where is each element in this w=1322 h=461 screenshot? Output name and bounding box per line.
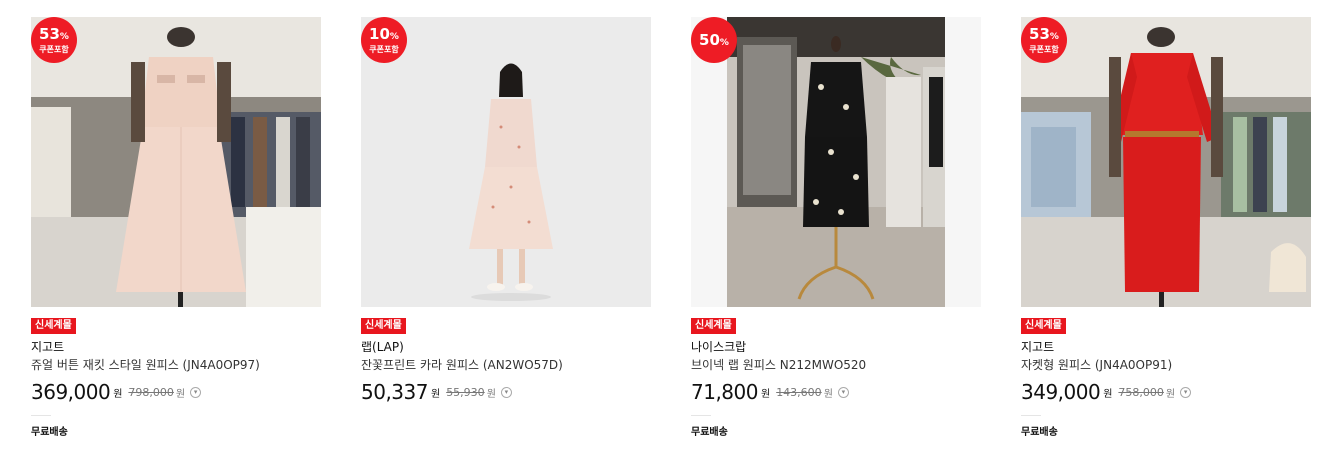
price-row: 50,337 원 55,930 원 ▾ <box>361 380 651 404</box>
product-card[interactable]: 53% 쿠폰포함 신세계몰 지고트 자켓형 원피스 (JN4A0OP91) 34… <box>1021 17 1311 438</box>
discount-badge: 10% 쿠폰포함 <box>361 17 407 63</box>
currency-label: 원 <box>430 388 441 400</box>
store-tag: 신세계몰 <box>1021 318 1066 334</box>
percent-sign: % <box>59 32 69 42</box>
discount-badge: 53% 쿠폰포함 <box>31 17 77 63</box>
discount-value: 53 <box>39 25 60 43</box>
product-card[interactable]: 53% 쿠폰포함 신세계몰 지고트 쥬얼 버튼 재킷 스타일 원피스 (JN4A… <box>31 17 321 438</box>
brand-name[interactable]: 나이스크랍 <box>691 340 981 355</box>
original-currency-label: 원 <box>1165 388 1176 400</box>
price-info-icon[interactable]: ▾ <box>837 386 849 398</box>
percent-sign: % <box>719 38 729 48</box>
product-card[interactable]: 10% 쿠폰포함 신세계몰 랩(LAP) 잔꽃프린트 카라 원피스 (AN2WO… <box>361 17 651 404</box>
discount-value: 10 <box>369 25 390 43</box>
coupon-label: 쿠폰포함 <box>369 45 399 54</box>
price-row: 369,000 원 798,000 원 ▾ <box>31 380 321 404</box>
store-tag: 신세계몰 <box>691 318 736 334</box>
coupon-label: 쿠폰포함 <box>1029 45 1059 54</box>
original-price: 758,000 <box>1118 385 1164 399</box>
original-price: 798,000 <box>128 385 174 399</box>
brand-name[interactable]: 랩(LAP) <box>361 340 651 355</box>
product-name[interactable]: 쥬얼 버튼 재킷 스타일 원피스 (JN4A0OP97) <box>31 358 321 373</box>
store-tag: 신세계몰 <box>361 318 406 334</box>
discount-value: 53 <box>1029 25 1050 43</box>
sale-price: 349,000 <box>1021 380 1101 404</box>
free-delivery-label: 무료배송 <box>31 415 68 438</box>
original-price: 143,600 <box>776 385 822 399</box>
price-row: 349,000 원 758,000 원 ▾ <box>1021 380 1311 404</box>
percent-sign: % <box>1049 32 1059 42</box>
original-currency-label: 원 <box>486 388 496 400</box>
sale-price: 71,800 <box>691 380 758 404</box>
percent-sign: % <box>389 32 399 42</box>
product-name[interactable]: 브이넥 랩 원피스 N212MWO520 <box>691 358 981 373</box>
product-name[interactable]: 잔꽃프린트 카라 원피스 (AN2WO57D) <box>361 358 651 373</box>
free-delivery-label: 무료배송 <box>1021 415 1058 438</box>
coupon-label: 쿠폰포함 <box>39 45 69 54</box>
free-delivery-label: 무료배송 <box>691 415 728 438</box>
original-price: 55,930 <box>446 385 485 399</box>
product-image[interactable]: 53% 쿠폰포함 <box>1021 17 1311 307</box>
price-row: 71,800 원 143,600 원 ▾ <box>691 380 981 404</box>
brand-name[interactable]: 지고트 <box>31 340 321 355</box>
currency-label: 원 <box>760 388 771 400</box>
product-name[interactable]: 자켓형 원피스 (JN4A0OP91) <box>1021 358 1311 373</box>
product-image[interactable]: 53% 쿠폰포함 <box>31 17 321 307</box>
sale-price: 369,000 <box>31 380 111 404</box>
currency-label: 원 <box>1103 388 1113 400</box>
price-info-icon[interactable]: ▾ <box>1180 386 1192 398</box>
store-tag: 신세계몰 <box>31 318 76 334</box>
discount-badge: 53% 쿠폰포함 <box>1021 17 1067 63</box>
sale-price: 50,337 <box>361 380 428 404</box>
brand-name[interactable]: 지고트 <box>1021 340 1311 355</box>
product-image[interactable]: 50% <box>691 17 981 307</box>
price-info-icon[interactable]: ▾ <box>500 386 512 398</box>
discount-value: 50 <box>699 31 720 49</box>
original-currency-label: 원 <box>175 388 186 400</box>
discount-badge: 50% <box>691 17 737 63</box>
currency-label: 원 <box>113 388 123 400</box>
product-image[interactable]: 10% 쿠폰포함 <box>361 17 651 307</box>
product-grid: 53% 쿠폰포함 신세계몰 지고트 쥬얼 버튼 재킷 스타일 원피스 (JN4A… <box>0 0 1322 461</box>
price-info-icon[interactable]: ▾ <box>190 386 202 398</box>
original-currency-label: 원 <box>823 388 833 400</box>
product-card[interactable]: 50% 신세계몰 나이스크랍 브이넥 랩 원피스 N212MWO520 71,8… <box>691 17 981 438</box>
